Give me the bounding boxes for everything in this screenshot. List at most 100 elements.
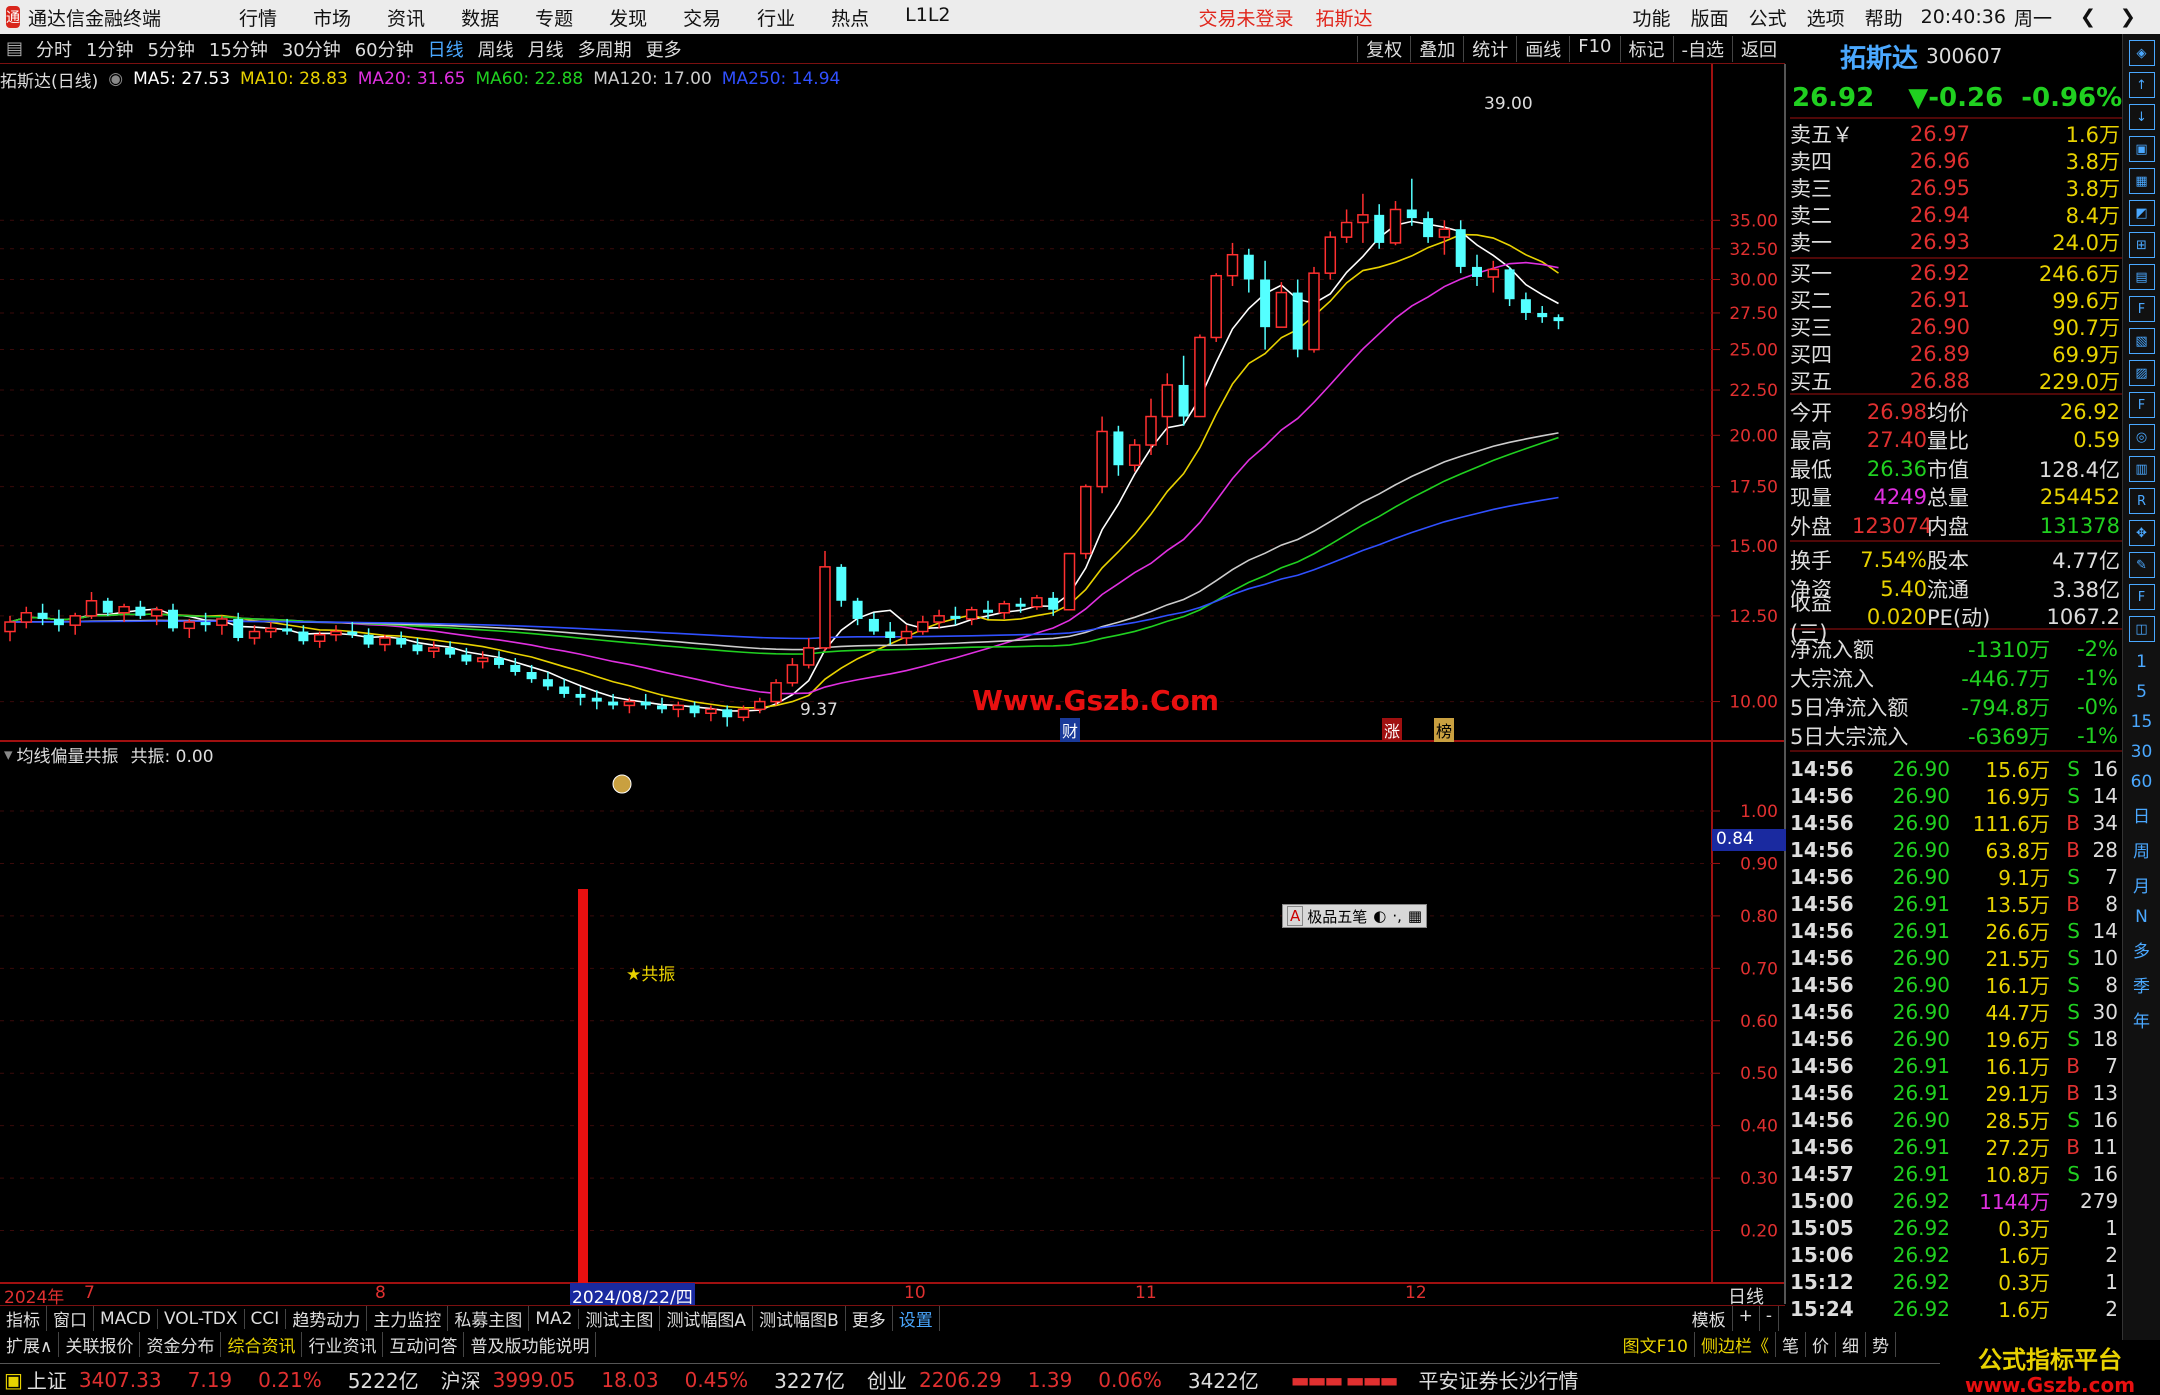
indicator-tab[interactable]: 测试幅图A bbox=[660, 1306, 754, 1331]
sidebar-period-button[interactable]: 周 bbox=[2123, 837, 2160, 862]
indicator-tab[interactable]: 指标 bbox=[0, 1306, 47, 1331]
right-menu-item[interactable]: 公式 bbox=[1749, 4, 1787, 31]
ime-punct-icon[interactable]: ·, bbox=[1392, 907, 1402, 925]
sidebar-tool-icon[interactable]: ▨ bbox=[2128, 360, 2155, 386]
hs-name[interactable]: 沪深 bbox=[441, 1365, 481, 1394]
sidebar-tool-icon[interactable]: R bbox=[2128, 488, 2155, 514]
sidebar-period-button[interactable]: 日 bbox=[2123, 802, 2160, 827]
trade-status[interactable]: 交易未登录 bbox=[1199, 4, 1294, 31]
ime-keyboard-icon[interactable]: ▦ bbox=[1408, 907, 1422, 925]
bid-row[interactable]: 买五 26.88 229.0万 bbox=[1790, 367, 2120, 394]
sidebar-tool-icon[interactable]: ◈ bbox=[2128, 40, 2155, 66]
sidebar-tool-icon[interactable]: ▦ bbox=[2128, 168, 2155, 194]
info-tab[interactable]: 扩展∧ bbox=[0, 1331, 60, 1357]
indicator-tab[interactable]: 主力监控 bbox=[367, 1306, 449, 1331]
info-tab[interactable]: 关联报价 bbox=[59, 1331, 141, 1357]
sidebar-tool-icon[interactable]: F bbox=[2128, 584, 2155, 610]
sidebar-period-button[interactable]: 30 bbox=[2123, 742, 2160, 762]
info-tab[interactable]: 普及版功能说明 bbox=[464, 1331, 597, 1357]
tab-period[interactable]: 分时 bbox=[36, 36, 72, 62]
menu-item[interactable]: 行业 bbox=[757, 4, 795, 31]
sh-name[interactable]: 上证 bbox=[27, 1365, 67, 1394]
indicator-tab[interactable]: 测试幅图B bbox=[753, 1306, 846, 1331]
tab-period[interactable]: 30分钟 bbox=[282, 36, 341, 62]
menu-item[interactable]: 市场 bbox=[313, 4, 351, 31]
chart-tool-button[interactable]: 标记 bbox=[1619, 35, 1673, 62]
indicator-tab[interactable]: MA2 bbox=[529, 1308, 580, 1329]
indicator-tab[interactable]: 设置 bbox=[893, 1306, 940, 1331]
tab-period[interactable]: 月线 bbox=[528, 36, 564, 62]
template-button[interactable]: 模板 bbox=[1686, 1306, 1733, 1331]
ranking-marker[interactable]: 榜 bbox=[1434, 718, 1455, 742]
info-right-tab[interactable]: 势 bbox=[1866, 1331, 1896, 1357]
info-right-tab[interactable]: 图文F10 bbox=[1617, 1331, 1695, 1357]
tab-period[interactable]: 多周期 bbox=[578, 36, 632, 62]
ime-toolbar[interactable]: A 极品五笔 ◐ ·, ▦ bbox=[1282, 904, 1428, 928]
indicator-tab[interactable]: VOL-TDX bbox=[158, 1308, 245, 1329]
menu-item[interactable]: 行情 bbox=[239, 4, 277, 31]
ask-row[interactable]: 卖四 26.96 3.8万 bbox=[1790, 147, 2120, 174]
ime-a-icon[interactable]: A bbox=[1287, 906, 1304, 926]
menu-item[interactable]: 发现 bbox=[609, 4, 647, 31]
info-tab[interactable]: 资金分布 bbox=[140, 1331, 222, 1357]
info-right-tab[interactable]: 侧边栏《 bbox=[1695, 1331, 1776, 1357]
chart-area[interactable]: 35.00 32.50 30.00 27.50 25.00 22.50 20.00 17.50… bbox=[0, 64, 1790, 1304]
sidebar-tool-icon[interactable]: ◎ bbox=[2128, 424, 2155, 450]
chart-tool-button[interactable]: F10 bbox=[1569, 35, 1619, 62]
tab-period[interactable]: 周线 bbox=[478, 36, 514, 62]
menu-item[interactable]: 专题 bbox=[535, 4, 573, 31]
sidebar-tool-icon[interactable]: ▧ bbox=[2128, 328, 2155, 354]
finance-marker[interactable]: 财 bbox=[1060, 718, 1081, 742]
chart-tool-button[interactable]: 叠加 bbox=[1410, 35, 1463, 62]
ask-row[interactable]: 卖二 26.94 8.4万 bbox=[1790, 201, 2120, 228]
tab-period[interactable]: 15分钟 bbox=[209, 36, 268, 62]
right-menu-item[interactable]: 版面 bbox=[1691, 4, 1729, 31]
chart-tool-button[interactable]: 画线 bbox=[1516, 35, 1569, 62]
chart-tool-button[interactable]: 复权 bbox=[1357, 35, 1410, 62]
sidebar-period-button[interactable]: 季 bbox=[2123, 972, 2160, 997]
indicator-tab[interactable]: MACD bbox=[94, 1308, 158, 1329]
sidebar-tool-icon[interactable]: ◫ bbox=[2128, 616, 2155, 642]
chart-tool-button[interactable]: 统计 bbox=[1463, 35, 1516, 62]
tab-period[interactable]: 60分钟 bbox=[355, 36, 414, 62]
sidebar-tool-icon[interactable]: ↓ bbox=[2128, 104, 2155, 130]
indicator-tab[interactable]: 窗口 bbox=[47, 1306, 94, 1331]
sidebar-tool-icon[interactable]: ✎ bbox=[2128, 552, 2155, 578]
menu-item[interactable]: L1L2 bbox=[905, 4, 950, 31]
cy-name[interactable]: 创业 bbox=[867, 1365, 907, 1394]
tab-period[interactable]: 1分钟 bbox=[86, 36, 133, 62]
indicator-tab[interactable]: 测试主图 bbox=[579, 1306, 661, 1331]
sidebar-tool-icon[interactable]: F bbox=[2128, 392, 2155, 418]
indicator-tab[interactable]: CCI bbox=[245, 1308, 287, 1329]
menu-item[interactable]: 数据 bbox=[461, 4, 499, 31]
info-tab[interactable]: 互动问答 bbox=[383, 1331, 465, 1357]
chart-tool-button[interactable]: -自选 bbox=[1672, 35, 1733, 62]
info-right-tab[interactable]: 细 bbox=[1836, 1331, 1866, 1357]
menu-icon[interactable]: ▤ bbox=[6, 38, 23, 59]
menu-item[interactable]: 资讯 bbox=[387, 4, 425, 31]
sidebar-tool-icon[interactable]: F bbox=[2128, 296, 2155, 322]
tab-period[interactable]: 更多 bbox=[646, 36, 682, 62]
sidebar-period-button[interactable]: 5 bbox=[2123, 682, 2160, 702]
sidebar-tool-icon[interactable]: ↑ bbox=[2128, 72, 2155, 98]
info-tab[interactable]: 综合资讯 bbox=[221, 1331, 303, 1357]
indicator-tab[interactable]: 更多 bbox=[846, 1306, 893, 1331]
sidebar-period-button[interactable]: 1 bbox=[2123, 652, 2160, 672]
sidebar-period-button[interactable]: 月 bbox=[2123, 872, 2160, 897]
indicator-tab[interactable]: 趋势动力 bbox=[286, 1306, 368, 1331]
eye-icon[interactable]: ◉ bbox=[108, 69, 123, 89]
sidebar-tool-icon[interactable]: ⊞ bbox=[2128, 232, 2155, 258]
indicator-tab[interactable]: 私募主图 bbox=[448, 1306, 530, 1331]
sidebar-tool-icon[interactable]: ✥ bbox=[2128, 520, 2155, 546]
template-button[interactable]: + bbox=[1733, 1306, 1760, 1331]
info-right-tab[interactable]: 价 bbox=[1806, 1331, 1836, 1357]
menu-item[interactable]: 热点 bbox=[831, 4, 869, 31]
ime-moon-icon[interactable]: ◐ bbox=[1373, 907, 1386, 925]
info-right-tab[interactable]: 笔 bbox=[1776, 1331, 1806, 1357]
sidebar-tool-icon[interactable]: ▥ bbox=[2128, 456, 2155, 482]
bid-row[interactable]: 买四 26.89 69.9万 bbox=[1790, 340, 2120, 367]
tab-period[interactable]: 日线 bbox=[428, 36, 464, 62]
right-menu-item[interactable]: 功能 bbox=[1633, 4, 1671, 31]
tab-period[interactable]: 5分钟 bbox=[147, 36, 194, 62]
info-tab[interactable]: 行业资讯 bbox=[302, 1331, 384, 1357]
